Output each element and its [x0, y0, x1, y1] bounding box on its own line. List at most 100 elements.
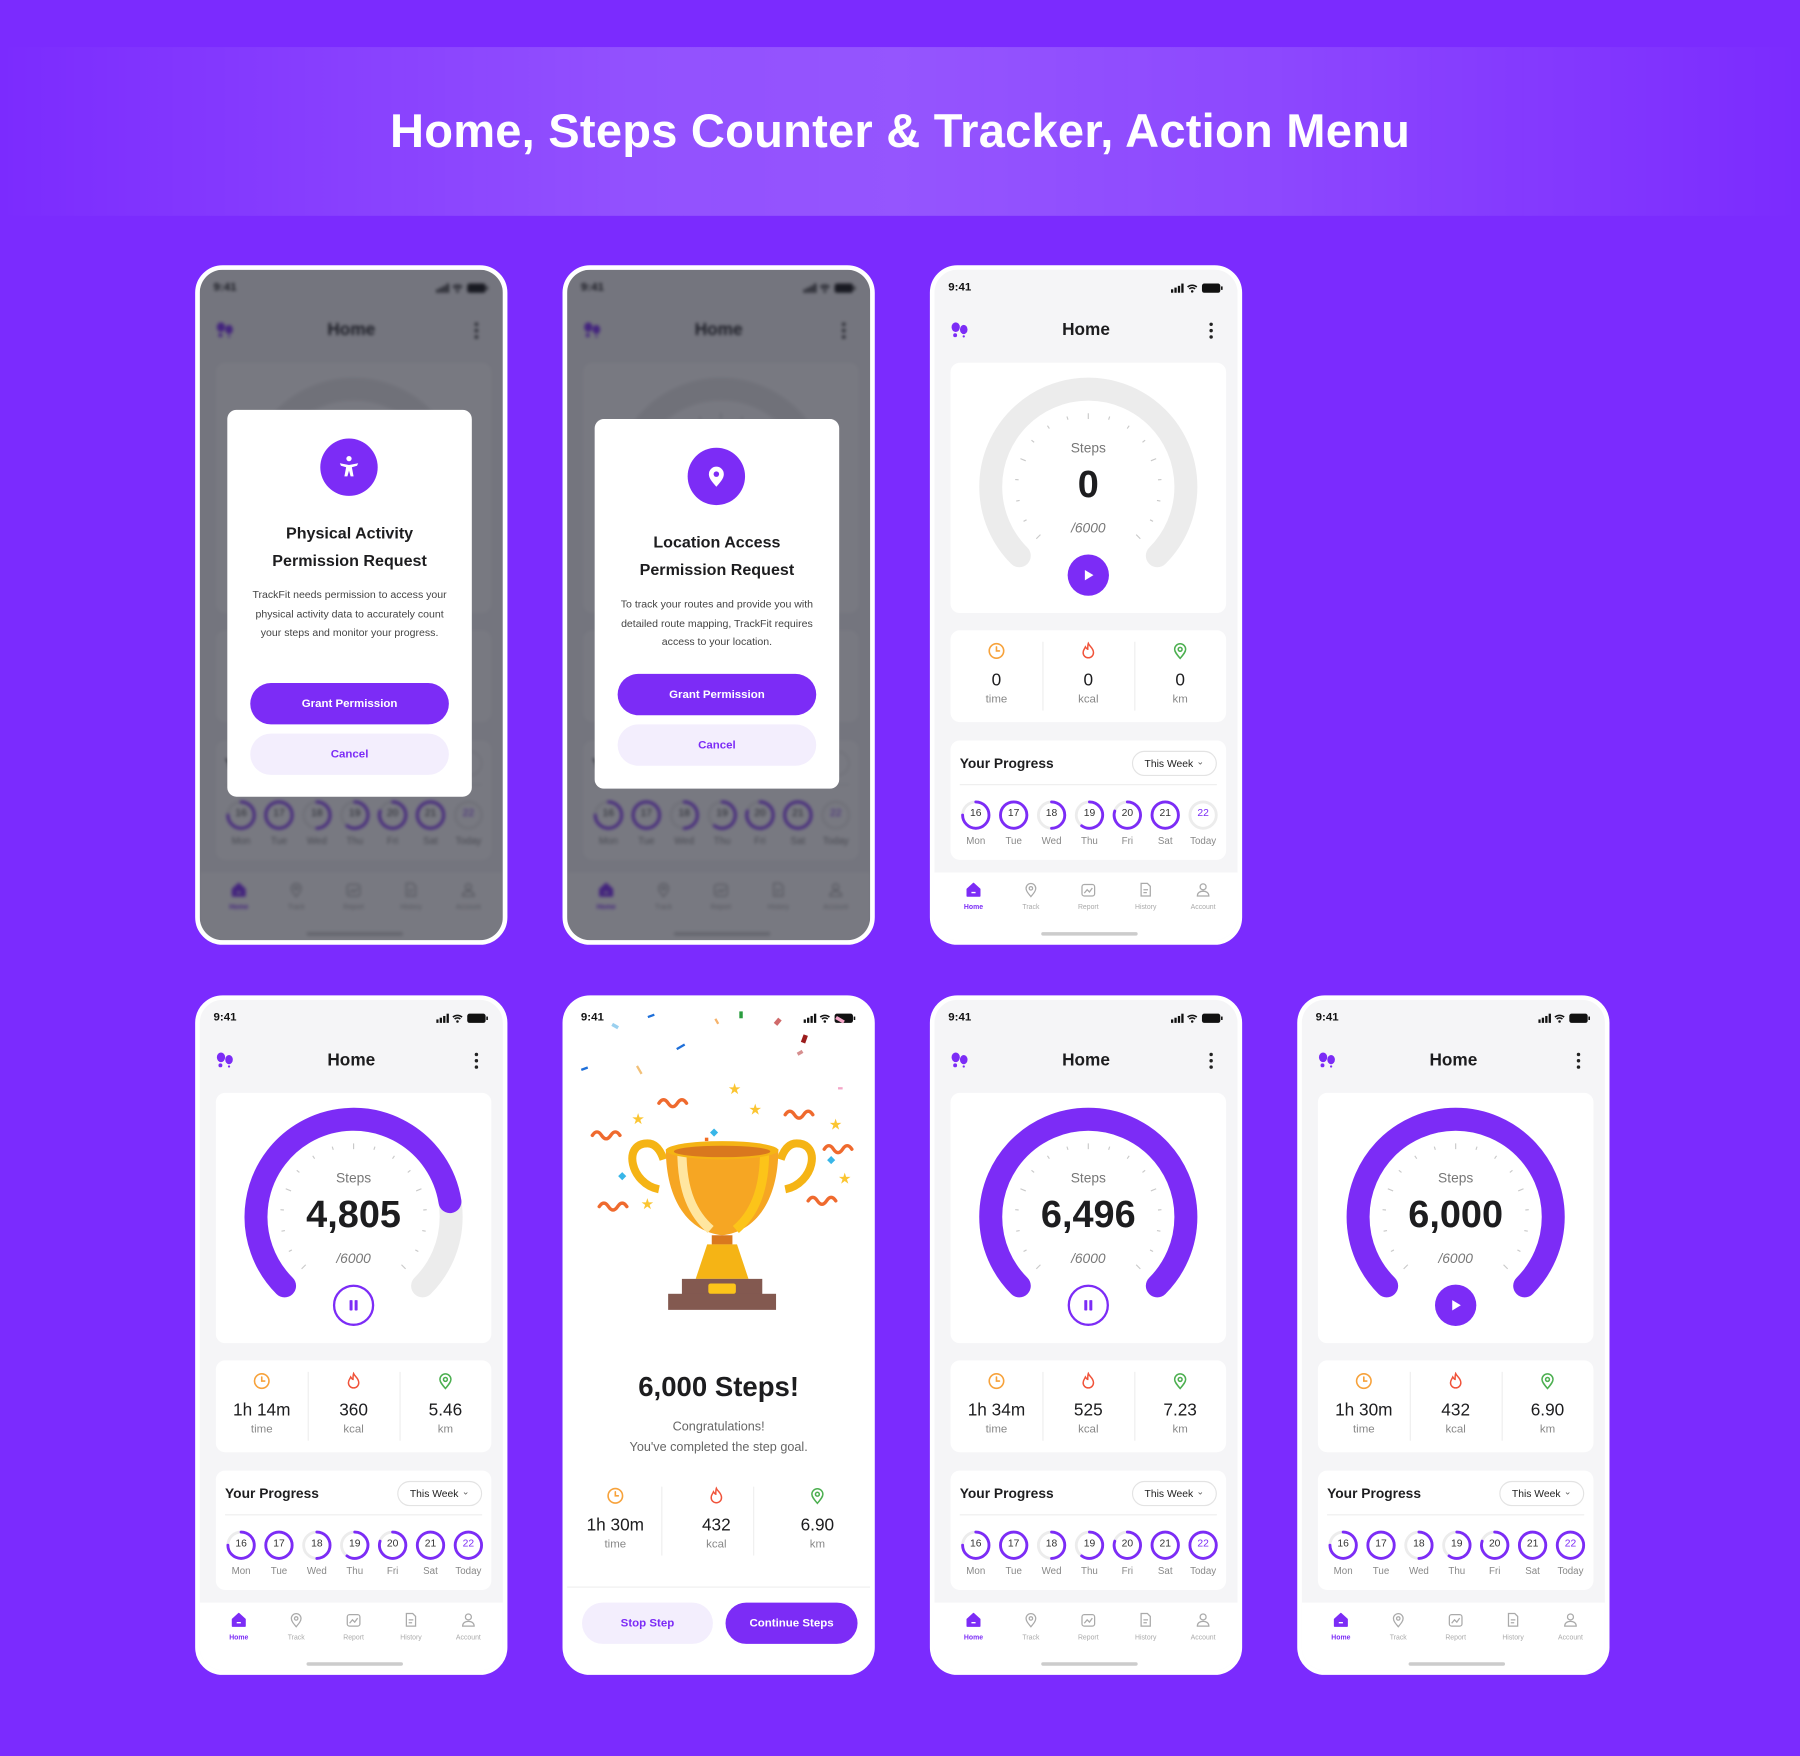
nav-track[interactable]: Track [1375, 1612, 1421, 1642]
phone-screen-celebration: 9:41 ★ ★ ★ ★ ★ ★ 6,000 Steps! Congratulations!… [562, 995, 875, 1675]
day-progress-wed[interactable]: 18Wed [1034, 798, 1068, 849]
nav-history[interactable]: History [388, 1612, 434, 1642]
divider [307, 1371, 309, 1441]
day-progress-sat[interactable]: 21Sat [1148, 798, 1182, 849]
day-progress-today[interactable]: 22 Today [1553, 1528, 1587, 1579]
day-progress-today[interactable]: 22 Today [1186, 798, 1220, 849]
nav-history[interactable]: History [1123, 882, 1169, 912]
day-progress-sat[interactable]: 21Sat [413, 1528, 447, 1579]
status-bar: 9:41 [214, 1011, 490, 1027]
day-progress-fri[interactable]: 20Fri [1110, 798, 1144, 849]
pause-button[interactable] [332, 1284, 375, 1326]
day-progress-today[interactable]: 22 Today [451, 1528, 485, 1579]
day-number: 20 [1488, 1537, 1501, 1549]
day-progress-thu[interactable]: 19Thu [338, 1528, 372, 1579]
start-button[interactable] [1435, 1284, 1477, 1326]
confetti-piece [580, 1066, 589, 1071]
nav-account[interactable]: Account [1180, 1612, 1226, 1642]
day-progress-tue[interactable]: 17Tue [1364, 1528, 1398, 1579]
day-progress-mon[interactable]: 16Mon [1326, 1528, 1360, 1579]
day-progress-fri[interactable]: 20Fri [1110, 1528, 1144, 1579]
status-time: 9:41 [948, 281, 972, 294]
nav-track[interactable]: Track [273, 1612, 319, 1642]
nav-report[interactable]: Report [331, 1612, 377, 1642]
day-progress-wed[interactable]: 18Wed [1034, 1528, 1068, 1579]
day-progress-fri[interactable]: 20Fri [375, 1528, 409, 1579]
cancel-button[interactable]: Cancel [250, 733, 449, 775]
continue-steps-button[interactable]: Continue Steps [725, 1602, 858, 1644]
day-progress-wed[interactable]: 18Wed [300, 1528, 334, 1579]
progress-card: Your Progress This Week⌄ 16Mon17Tue18Wed… [950, 740, 1227, 860]
location-icon [1008, 882, 1054, 904]
nav-history[interactable]: History [1490, 1612, 1536, 1642]
nav-track[interactable]: Track [1008, 1612, 1054, 1642]
day-progress-mon[interactable]: 16Mon [959, 1528, 993, 1579]
nav-home[interactable]: Home [951, 1612, 997, 1642]
star: ★ [748, 1102, 761, 1119]
day-progress-mon[interactable]: 16Mon [959, 798, 993, 849]
grant-permission-button[interactable]: Grant Permission [617, 673, 817, 716]
gauge-tick [1126, 1155, 1130, 1159]
location-icon [439, 1373, 452, 1390]
nav-label: Account [1190, 1634, 1216, 1642]
streamer [806, 1195, 838, 1206]
header-title: Home [1062, 1050, 1110, 1070]
day-progress-sat[interactable]: 21Sat [1148, 1528, 1182, 1579]
more-menu-icon[interactable] [1208, 321, 1215, 339]
nav-account[interactable]: Account [445, 1612, 491, 1642]
stat-value: 360 [339, 1400, 368, 1421]
nav-report[interactable]: Report [1065, 882, 1111, 912]
pause-button[interactable] [1067, 1284, 1109, 1326]
range-dropdown[interactable]: This Week⌄ [1131, 1480, 1217, 1507]
day-progress-today[interactable]: 22 Today [1186, 1528, 1220, 1579]
day-progress-thu[interactable]: 19Thu [1440, 1528, 1474, 1579]
nav-report[interactable]: Report [1065, 1612, 1111, 1642]
more-menu-icon[interactable] [473, 1052, 480, 1070]
nav-home[interactable]: Home [951, 882, 997, 912]
day-number: 17 [273, 1537, 285, 1549]
day-number: 20 [1121, 807, 1134, 819]
day-progress-sat[interactable]: 21Sat [1515, 1528, 1549, 1579]
gauge-tick [1414, 1155, 1418, 1159]
day-number: 20 [386, 1537, 399, 1549]
stat-kcal: 432 kcal [670, 1475, 762, 1567]
progress-title: Your Progress [959, 755, 1054, 772]
nav-account[interactable]: Account [1180, 882, 1226, 912]
celebration-graphic: ★ ★ ★ ★ ★ ★ [580, 1011, 854, 1310]
nav-label: Account [1190, 904, 1216, 912]
phone-screen-home: 9:41 Home Steps 4,805 /6000 1h 14m time 36… [195, 995, 508, 1675]
cancel-button[interactable]: Cancel [617, 724, 817, 766]
range-dropdown[interactable]: This Week⌄ [1499, 1480, 1585, 1507]
nav-report[interactable]: Report [1433, 1612, 1479, 1642]
nav-home[interactable]: Home [216, 1612, 262, 1642]
bottom-nav: Home Track Report History Account [1301, 1602, 1605, 1671]
stat-time: 0 time [951, 630, 1043, 722]
day-progress-tue[interactable]: 17Tue [262, 1528, 296, 1579]
nav-history[interactable]: History [1123, 1612, 1169, 1642]
more-menu-icon[interactable] [1208, 1052, 1215, 1070]
day-progress-wed[interactable]: 18Wed [1402, 1528, 1436, 1579]
chevron-down-icon: ⌄ [461, 1486, 470, 1497]
day-progress-mon[interactable]: 16Mon [224, 1528, 258, 1579]
nav-track[interactable]: Track [1008, 882, 1054, 912]
range-dropdown[interactable]: This Week⌄ [1131, 750, 1217, 777]
nav-account[interactable]: Account [1548, 1612, 1594, 1642]
gauge-tick [1020, 1188, 1026, 1192]
flame-icon [347, 1371, 360, 1389]
day-progress-tue[interactable]: 17Tue [996, 1528, 1030, 1579]
stat-label: kcal [343, 1423, 364, 1437]
stat-km: 7.23 km [1134, 1360, 1226, 1452]
day-progress-thu[interactable]: 19Thu [1072, 1528, 1106, 1579]
gauge-tick [1475, 1146, 1478, 1151]
more-menu-icon[interactable] [1575, 1052, 1582, 1070]
range-dropdown[interactable]: This Week⌄ [397, 1480, 483, 1507]
stat-kcal: 360 kcal [308, 1360, 400, 1452]
day-progress-tue[interactable]: 17Tue [996, 798, 1030, 849]
nav-home[interactable]: Home [1318, 1612, 1364, 1642]
start-button[interactable] [1067, 554, 1109, 596]
stop-step-button[interactable]: Stop Step [582, 1602, 713, 1644]
gauge-tick [392, 1155, 395, 1159]
day-progress-fri[interactable]: 20Fri [1477, 1528, 1511, 1579]
day-progress-thu[interactable]: 19Thu [1072, 798, 1106, 849]
grant-permission-button[interactable]: Grant Permission [250, 683, 449, 725]
